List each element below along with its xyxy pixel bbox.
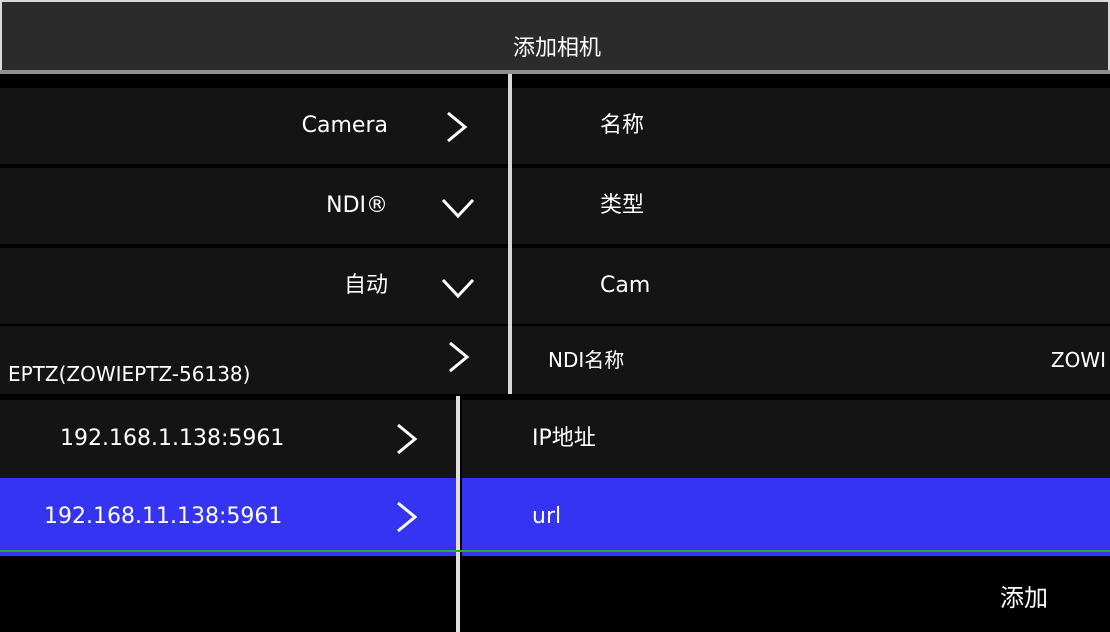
chevron-right-icon xyxy=(388,422,424,456)
chevron-right-icon xyxy=(440,340,476,374)
ndi-device-row[interactable]: EPTZ(ZOWIEPTZ-56138) xyxy=(0,326,508,396)
add-button[interactable]: 添加 xyxy=(1000,578,1048,613)
url-row[interactable]: url xyxy=(462,478,1110,556)
chevron-down-icon xyxy=(440,190,476,224)
protocol-row[interactable]: NDI® xyxy=(0,168,508,246)
chevron-down-icon xyxy=(440,270,476,304)
ip-address-label: IP地址 xyxy=(532,426,596,451)
protocol-label: NDI® xyxy=(326,193,388,218)
name-label: 名称 xyxy=(600,113,645,138)
title-divider xyxy=(0,70,1110,74)
url-label: url xyxy=(532,504,562,529)
ip-option-label-selected: 192.168.11.138:5961 xyxy=(44,504,283,529)
dialog-title: 添加相机 xyxy=(512,36,601,61)
camera-source-label: Camera xyxy=(301,113,388,138)
ip-address-row[interactable]: IP地址 xyxy=(462,400,1110,478)
name-row[interactable]: 名称 xyxy=(512,88,1110,166)
accent-line xyxy=(0,550,1110,552)
ndi-name-row[interactable]: NDI名称 ZOWI xyxy=(512,326,1110,396)
type-label: 类型 xyxy=(600,193,645,218)
ip-option-label: 192.168.1.138:5961 xyxy=(60,426,285,451)
ip-option-row-selected[interactable]: 192.168.11.138:5961 xyxy=(0,478,456,556)
lower-divider xyxy=(456,396,460,632)
ip-option-row[interactable]: 192.168.1.138:5961 xyxy=(0,400,456,478)
cam-label: Cam xyxy=(600,273,651,298)
type-row[interactable]: 类型 xyxy=(512,168,1110,246)
ndi-name-label: NDI名称 xyxy=(548,348,625,372)
cam-row[interactable]: Cam xyxy=(512,248,1110,326)
mode-label: 自动 xyxy=(343,273,388,298)
ndi-name-value: ZOWI xyxy=(1050,348,1106,372)
camera-source-row[interactable]: Camera xyxy=(0,88,508,166)
dialog-titlebar: 添加相机 xyxy=(0,0,1110,72)
chevron-right-icon xyxy=(438,110,474,144)
mode-row[interactable]: 自动 xyxy=(0,248,508,326)
chevron-right-icon xyxy=(388,500,424,534)
